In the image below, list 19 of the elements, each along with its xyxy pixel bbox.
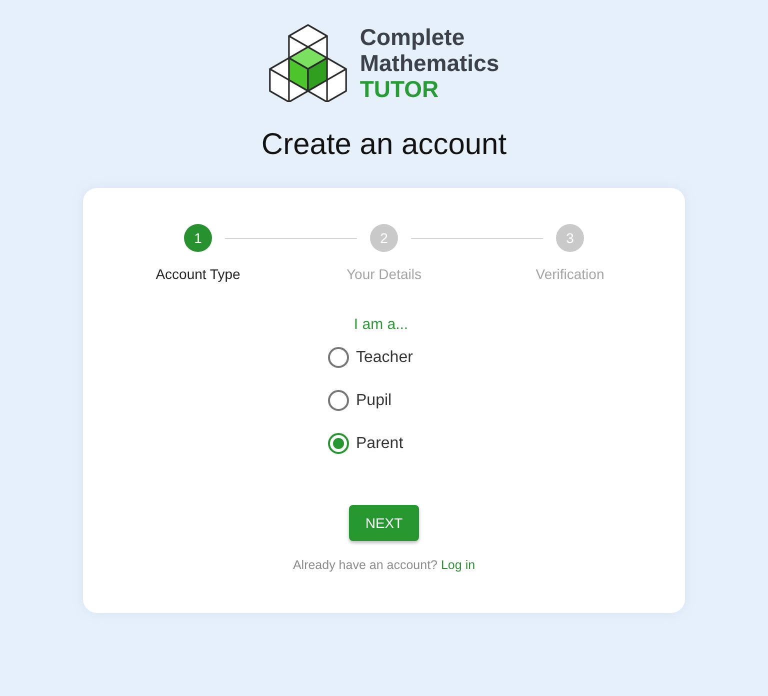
log-in-link[interactable]: Log in bbox=[440, 558, 476, 572]
account-type-radio[interactable]: Parent bbox=[328, 422, 404, 465]
cubes-logo-icon bbox=[268, 24, 347, 102]
radio-selected-icon[interactable] bbox=[328, 433, 349, 454]
radio-icon[interactable] bbox=[328, 390, 349, 411]
step-label: Verification bbox=[536, 265, 604, 284]
radio-icon[interactable] bbox=[328, 347, 349, 368]
brand-name: Complete bbox=[360, 24, 466, 50]
account-type-radio[interactable]: Teacher bbox=[328, 336, 413, 379]
page-title: Create an account bbox=[261, 127, 507, 163]
step-label: Account Type bbox=[156, 265, 240, 284]
account-type-radio[interactable]: Pupil bbox=[328, 379, 392, 422]
next-button[interactable]: NEXT bbox=[349, 505, 419, 541]
brand-name: Mathematics bbox=[360, 50, 500, 76]
brand-product: TUTOR bbox=[360, 76, 440, 102]
account-type-prompt: I am a... bbox=[352, 315, 410, 335]
step-number: 1 bbox=[184, 224, 212, 252]
login-prompt: Already have an account? Log in bbox=[292, 557, 476, 574]
step-label: Your Details bbox=[346, 265, 422, 284]
